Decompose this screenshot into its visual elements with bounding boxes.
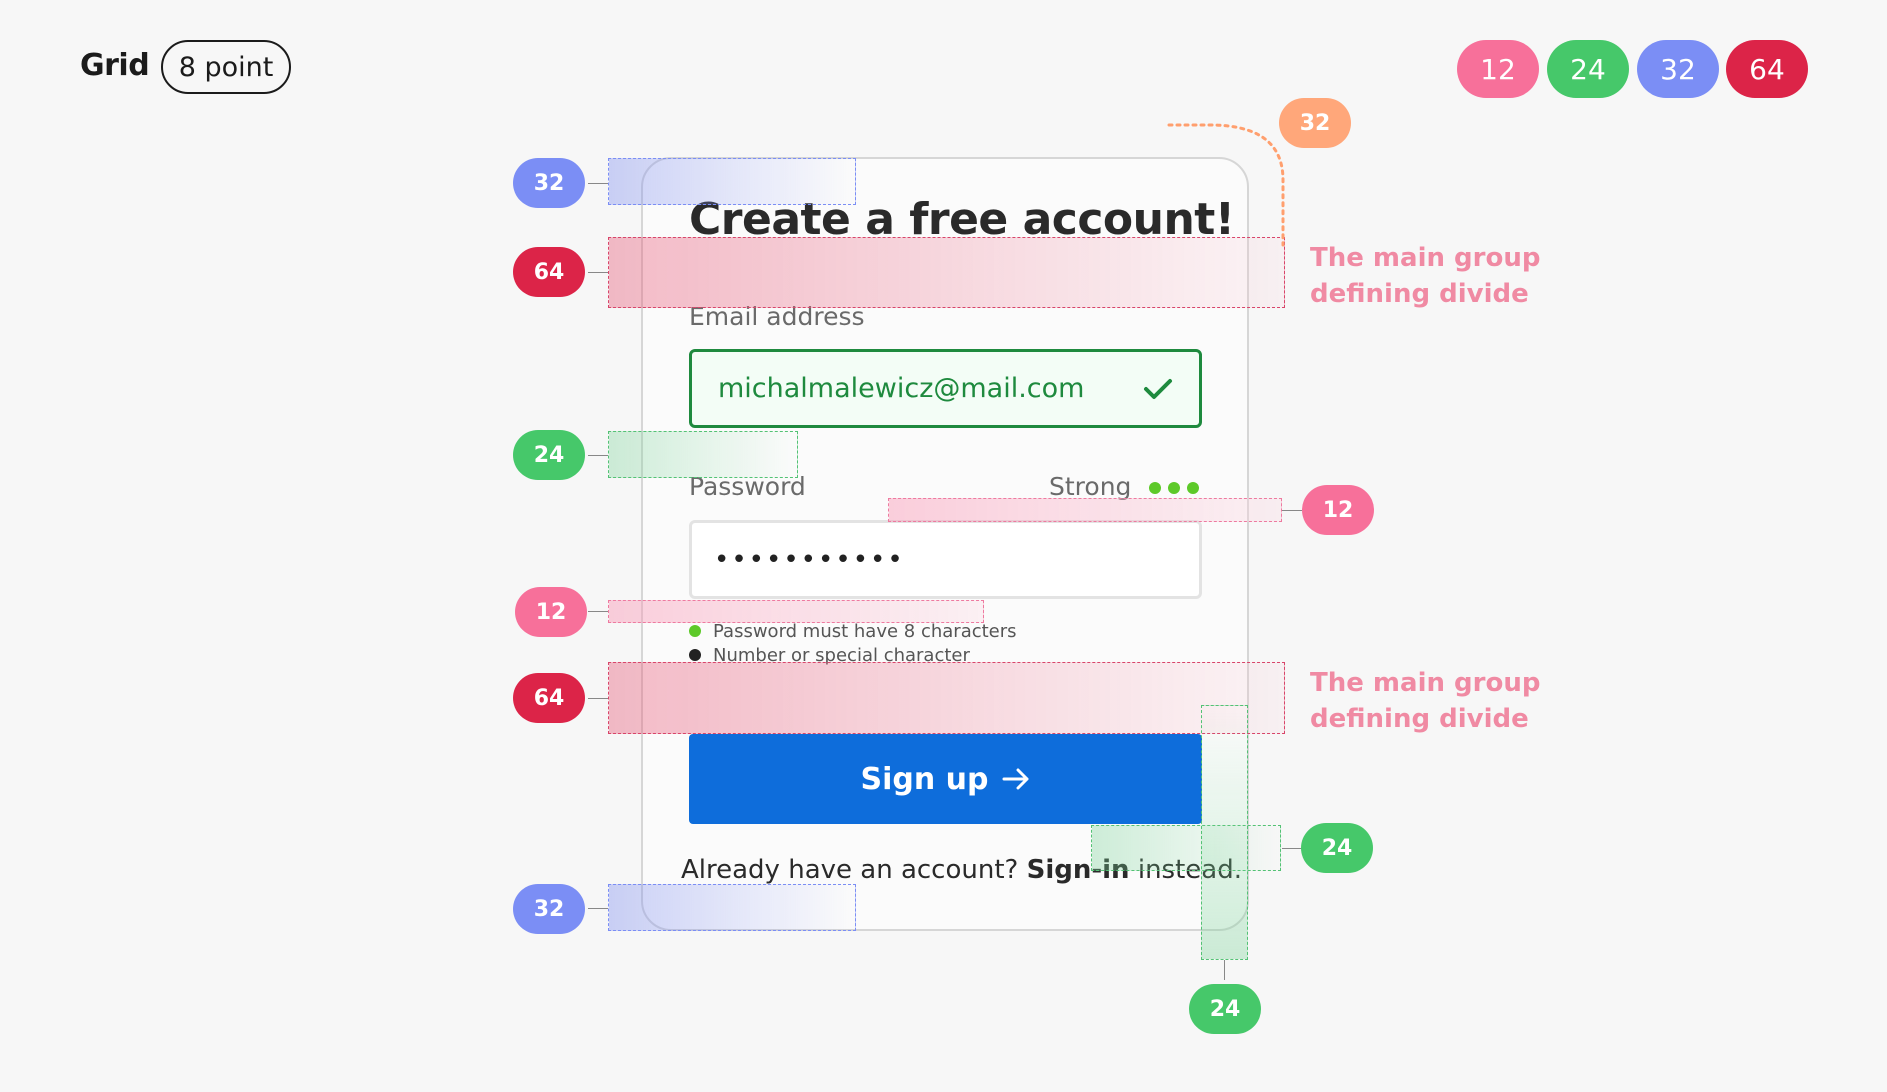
annotation-note: The main group defining divide xyxy=(1310,665,1540,737)
spacing-64-badge: 64 xyxy=(513,247,585,297)
spacing-12-right-band xyxy=(888,498,1282,522)
connector-line xyxy=(588,908,608,909)
spacing-12-left-band xyxy=(608,600,984,623)
connector-line xyxy=(1282,510,1302,511)
legend-64-badge: 64 xyxy=(1726,40,1808,98)
spacing-24-badge: 24 xyxy=(513,430,585,480)
note-line: The main group xyxy=(1310,668,1541,698)
spacing-24-badge: 24 xyxy=(1189,984,1261,1034)
note-line: The main group xyxy=(1310,243,1541,273)
strength-dot xyxy=(1187,482,1199,494)
spacing-64-badge: 64 xyxy=(513,673,585,723)
signup-button[interactable]: Sign up xyxy=(689,734,1202,824)
strength-dot xyxy=(1168,482,1180,494)
spacing-24-band xyxy=(608,431,798,478)
strength-dot xyxy=(1149,482,1161,494)
spacing-24-bottom-band xyxy=(1201,705,1248,960)
connector-line xyxy=(588,611,608,612)
spacing-32-badge: 32 xyxy=(513,158,585,208)
connector-line xyxy=(588,455,608,456)
spacing-32-bottom-band xyxy=(608,884,856,931)
connector-line xyxy=(588,183,608,184)
spacing-24-badge: 24 xyxy=(1301,823,1373,873)
spacing-12-badge: 12 xyxy=(515,587,587,637)
note-line: defining divide xyxy=(1310,279,1529,309)
spacing-24-right-band xyxy=(1091,825,1281,871)
grid-title: Grid xyxy=(80,48,150,83)
rule-text: Password must have 8 characters xyxy=(713,620,1017,642)
spacing-32-badge: 32 xyxy=(1279,98,1351,148)
curved-connector xyxy=(1167,123,1285,247)
password-rules: Password must have 8 characters Number o… xyxy=(689,619,1017,667)
spacing-12-badge: 12 xyxy=(1302,485,1374,535)
connector-line xyxy=(588,272,608,273)
spacing-32-badge: 32 xyxy=(513,884,585,934)
spacing-64-bottom-band xyxy=(608,662,1285,734)
email-field[interactable]: michalmalewicz@mail.com xyxy=(689,349,1202,428)
annotation-note: The main group defining divide xyxy=(1310,240,1540,312)
connector-line xyxy=(1224,960,1225,980)
legend-32-badge: 32 xyxy=(1637,40,1719,98)
legend-12-badge: 12 xyxy=(1457,40,1539,98)
spacing-32-top-band xyxy=(608,158,856,205)
email-value: michalmalewicz@mail.com xyxy=(718,373,1085,404)
checkmark-icon xyxy=(1144,378,1172,399)
rule-status-dot xyxy=(689,649,701,661)
grid-size-badge: 8 point xyxy=(161,40,291,94)
legend-24-badge: 24 xyxy=(1547,40,1629,98)
password-field[interactable]: ••••••••••• xyxy=(689,520,1202,599)
note-line: defining divide xyxy=(1310,704,1529,734)
signup-button-label: Sign up xyxy=(860,761,989,797)
arrow-right-icon xyxy=(1002,768,1028,790)
rule-status-dot xyxy=(689,625,701,637)
connector-line xyxy=(588,698,608,699)
strength-meter xyxy=(1149,482,1199,494)
signin-prompt-text: Already have an account? xyxy=(681,855,1027,885)
password-value: ••••••••••• xyxy=(714,544,905,575)
password-strength-label: Strong xyxy=(1049,472,1132,501)
connector-line xyxy=(1282,848,1302,849)
